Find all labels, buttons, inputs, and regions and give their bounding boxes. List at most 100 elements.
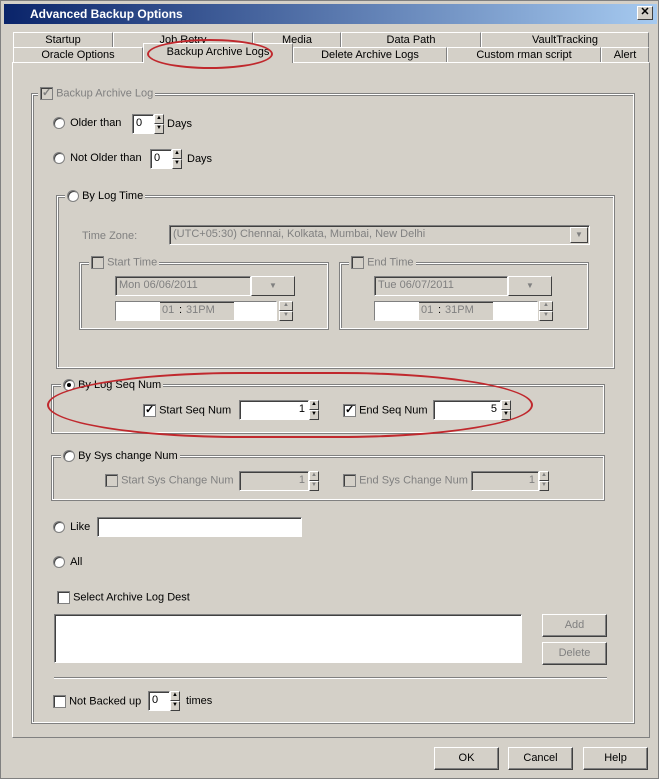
end-date-field[interactable]: Tue 06/07/2011	[374, 276, 508, 296]
ok-button[interactable]: OK	[434, 747, 499, 770]
archive-log-dest-list[interactable]	[54, 614, 522, 663]
end-sys-change-num-input[interactable]: 1	[471, 471, 539, 491]
help-button[interactable]: Help	[583, 747, 648, 770]
spin-up-icon[interactable]: ▲	[539, 301, 553, 311]
time-zone-select[interactable]: (UTC+05:30) Chennai, Kolkata, Mumbai, Ne…	[169, 225, 590, 245]
start-seq-num-checkbox[interactable]: ✓ Start Seq Num	[143, 404, 231, 417]
checkbox-box: ✓	[143, 404, 156, 417]
chevron-down-icon[interactable]: ▼	[570, 227, 588, 243]
tab-data-path[interactable]: Data Path	[341, 32, 481, 48]
end-minute: 31PM	[445, 304, 474, 316]
spin-down-icon[interactable]: ▼	[539, 481, 549, 491]
tab-delete-archive-logs[interactable]: Delete Archive Logs	[293, 47, 447, 63]
end-time-field[interactable]: 01 : 31PM	[374, 301, 538, 321]
end-seq-num-input[interactable]: 5	[433, 400, 501, 420]
tab-startup[interactable]: Startup	[13, 32, 113, 48]
end-time-spinner[interactable]: ▲ ▼	[539, 301, 553, 321]
check-icon: ✓	[145, 404, 155, 416]
by-log-seq-num-group	[51, 384, 605, 434]
tab-panel: ✓ Backup Archive Log Older than 0 ▲ ▼ Da…	[12, 62, 650, 738]
by-log-seq-num-radio[interactable]: By Log Seq Num	[61, 379, 164, 392]
time-separator: :	[179, 304, 183, 316]
spin-up-icon[interactable]: ▲	[279, 301, 293, 311]
like-label: Like	[70, 521, 91, 533]
all-label: All	[70, 556, 83, 568]
not-backed-up-spinner[interactable]: ▲ ▼	[170, 691, 180, 711]
like-input[interactable]	[97, 517, 302, 537]
cancel-button[interactable]: Cancel	[508, 747, 573, 770]
radio-circle	[53, 556, 65, 569]
not-older-than-spinner[interactable]: ▲ ▼	[172, 149, 182, 169]
end-seq-num-spinner[interactable]: ▲ ▼	[501, 400, 511, 420]
end-sys-change-num-spinner[interactable]: ▲ ▼	[539, 471, 549, 491]
spin-up-icon[interactable]: ▲	[539, 471, 549, 481]
by-sys-change-num-radio[interactable]: By Sys change Num	[61, 450, 180, 463]
not-backed-up-checkbox[interactable]: Not Backed up	[53, 695, 141, 708]
by-log-seq-num-label: By Log Seq Num	[78, 379, 162, 391]
like-radio[interactable]: Like	[53, 521, 91, 534]
spin-down-icon[interactable]: ▼	[154, 124, 164, 134]
tab-oracle-options[interactable]: Oracle Options	[13, 47, 143, 63]
chevron-down-icon[interactable]: ▼	[251, 276, 295, 296]
tab-alert[interactable]: Alert	[601, 47, 649, 63]
spin-down-icon[interactable]: ▼	[279, 311, 293, 321]
older-than-input[interactable]: 0	[132, 114, 154, 134]
spin-up-icon[interactable]: ▲	[309, 471, 319, 481]
checkbox-box	[53, 695, 66, 708]
start-time-spinner[interactable]: ▲ ▼	[279, 301, 293, 321]
start-seq-num-input[interactable]: 1	[239, 400, 309, 420]
start-time-label: Start Time	[107, 256, 158, 269]
not-older-than-label: Not Older than	[70, 152, 142, 164]
start-date-field[interactable]: Mon 06/06/2011	[115, 276, 251, 296]
tab-vaulttracking[interactable]: VaultTracking	[481, 32, 649, 48]
start-seq-num-spinner[interactable]: ▲ ▼	[309, 400, 319, 420]
spin-up-icon[interactable]: ▲	[154, 114, 164, 124]
end-sys-change-num-checkbox[interactable]: End Sys Change Num	[343, 474, 468, 487]
spin-down-icon[interactable]: ▼	[170, 701, 180, 711]
chevron-down-icon[interactable]: ▼	[508, 276, 552, 296]
start-sys-change-num-input[interactable]: 1	[239, 471, 309, 491]
check-icon: ✓	[42, 87, 52, 99]
spin-down-icon[interactable]: ▼	[501, 410, 511, 420]
end-hour: 01	[421, 304, 434, 316]
spin-down-icon[interactable]: ▼	[309, 410, 319, 420]
spin-down-icon[interactable]: ▼	[172, 159, 182, 169]
spin-down-icon[interactable]: ▼	[309, 481, 319, 491]
tab-backup-archive-logs[interactable]: Backup Archive Logs	[143, 43, 293, 63]
start-time-field[interactable]: 01 : 31PM	[115, 301, 277, 321]
spin-up-icon[interactable]: ▲	[170, 691, 180, 701]
spin-up-icon[interactable]: ▲	[501, 400, 511, 410]
backup-archive-log-label: Backup Archive Log	[56, 87, 154, 100]
checkbox-box: ✓	[40, 87, 53, 100]
older-than-radio[interactable]: Older than	[53, 117, 121, 130]
not-older-than-radio[interactable]: Not Older than	[53, 152, 142, 165]
tab-custom-rman-script[interactable]: Custom rman script	[447, 47, 601, 63]
select-archive-log-dest-label: Select Archive Log Dest	[73, 591, 190, 604]
close-icon[interactable]: ✕	[637, 6, 653, 20]
add-button[interactable]: Add	[542, 614, 607, 637]
end-seq-num-checkbox[interactable]: ✓ End Seq Num	[343, 404, 428, 417]
separator	[54, 677, 607, 679]
select-archive-log-dest-checkbox[interactable]: Select Archive Log Dest	[57, 591, 190, 604]
older-than-spinner[interactable]: ▲ ▼	[154, 114, 164, 134]
by-log-time-radio[interactable]: By Log Time	[65, 190, 146, 203]
start-sys-change-num-checkbox[interactable]: Start Sys Change Num	[105, 474, 234, 487]
start-time-checkbox[interactable]: Start Time	[89, 256, 160, 269]
spin-down-icon[interactable]: ▼	[539, 311, 553, 321]
radio-circle	[67, 190, 79, 203]
not-backed-up-input[interactable]: 0	[148, 691, 170, 711]
spin-up-icon[interactable]: ▲	[309, 400, 319, 410]
time-separator: :	[438, 304, 442, 316]
window-title: Advanced Backup Options	[30, 7, 183, 21]
backup-archive-log-checkbox[interactable]: ✓ Backup Archive Log	[38, 87, 156, 100]
title-bar: Advanced Backup Options ✕	[4, 4, 657, 24]
not-older-than-input[interactable]: 0	[150, 149, 172, 169]
all-radio[interactable]: All	[53, 556, 83, 569]
end-time-checkbox[interactable]: End Time	[349, 256, 416, 269]
not-older-than-unit: Days	[187, 153, 213, 165]
blank-segment	[116, 302, 160, 320]
start-sys-change-num-spinner[interactable]: ▲ ▼	[309, 471, 319, 491]
spin-up-icon[interactable]: ▲	[172, 149, 182, 159]
delete-button[interactable]: Delete	[542, 642, 607, 665]
not-backed-up-label: Not Backed up	[69, 695, 142, 708]
